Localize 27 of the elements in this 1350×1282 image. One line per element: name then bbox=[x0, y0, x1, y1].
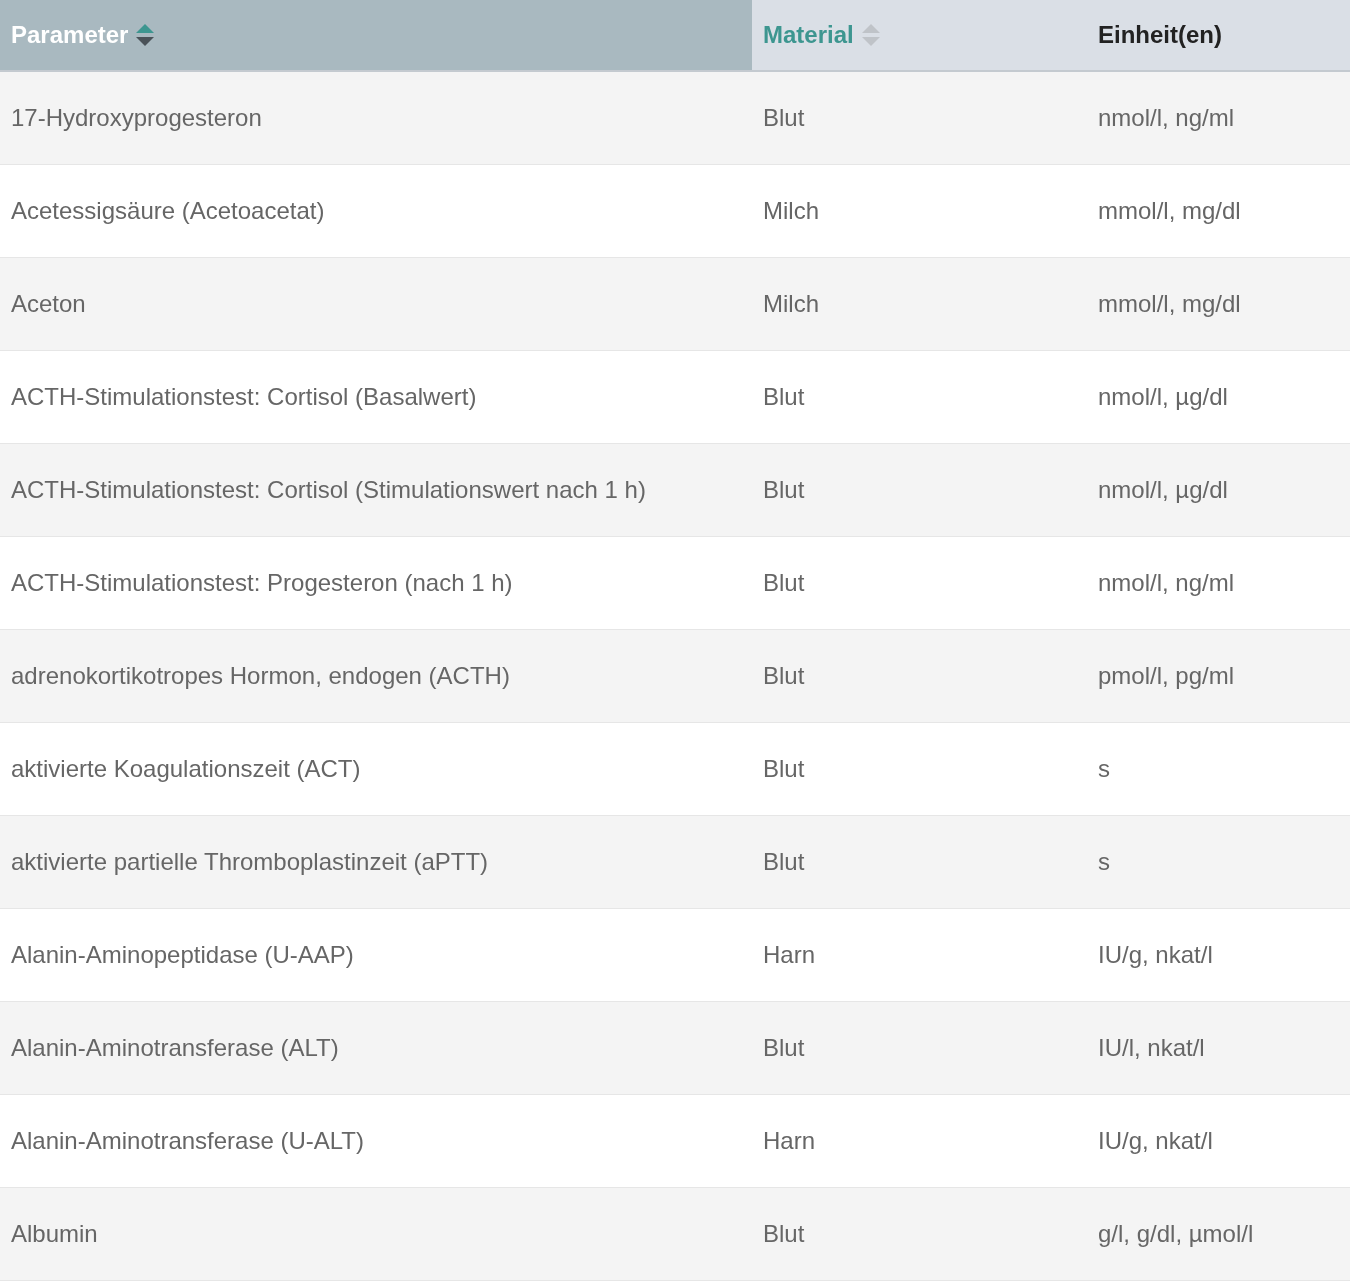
table-cell: nmol/l, µg/dl bbox=[1087, 444, 1350, 537]
table-cell: Alanin-Aminotransferase (ALT) bbox=[0, 1002, 752, 1095]
table-cell: Blut bbox=[752, 1002, 1087, 1095]
table-cell: Milch bbox=[752, 258, 1087, 351]
table-cell: g/l, g/dl, µmol/l bbox=[1087, 1188, 1350, 1281]
table-cell: Albumin bbox=[0, 1188, 752, 1281]
table-cell: Blut bbox=[752, 816, 1087, 909]
table-cell: Aceton bbox=[0, 258, 752, 351]
table-cell: Blut bbox=[752, 444, 1087, 537]
table-cell: Blut bbox=[752, 630, 1087, 723]
table-cell: Blut bbox=[752, 72, 1087, 165]
table-cell: nmol/l, ng/ml bbox=[1087, 72, 1350, 165]
table-cell: mmol/l, mg/dl bbox=[1087, 258, 1350, 351]
column-header[interactable]: Parameter bbox=[0, 0, 752, 72]
table-cell: 17-Hydroxyprogesteron bbox=[0, 72, 752, 165]
column-label: Material bbox=[763, 21, 854, 49]
table-cell: ACTH-Stimulationstest: Cortisol (Stimulationswert nach 1 h) bbox=[0, 444, 752, 537]
table-cell: aktivierte partielle Thromboplastinzeit (aPTT) bbox=[0, 816, 752, 909]
table-cell: Blut bbox=[752, 1188, 1087, 1281]
column-label: Einheit(en) bbox=[1098, 21, 1222, 49]
table-cell: adrenokortikotropes Hormon, endogen (ACTH) bbox=[0, 630, 752, 723]
table-cell: IU/l, nkat/l bbox=[1087, 1002, 1350, 1095]
column-label: Parameter bbox=[11, 21, 129, 49]
column-header[interactable]: Material bbox=[752, 0, 1087, 72]
sort-icon[interactable] bbox=[136, 23, 155, 47]
table-cell: pmol/l, pg/ml bbox=[1087, 630, 1350, 723]
table-cell: s bbox=[1087, 816, 1350, 909]
